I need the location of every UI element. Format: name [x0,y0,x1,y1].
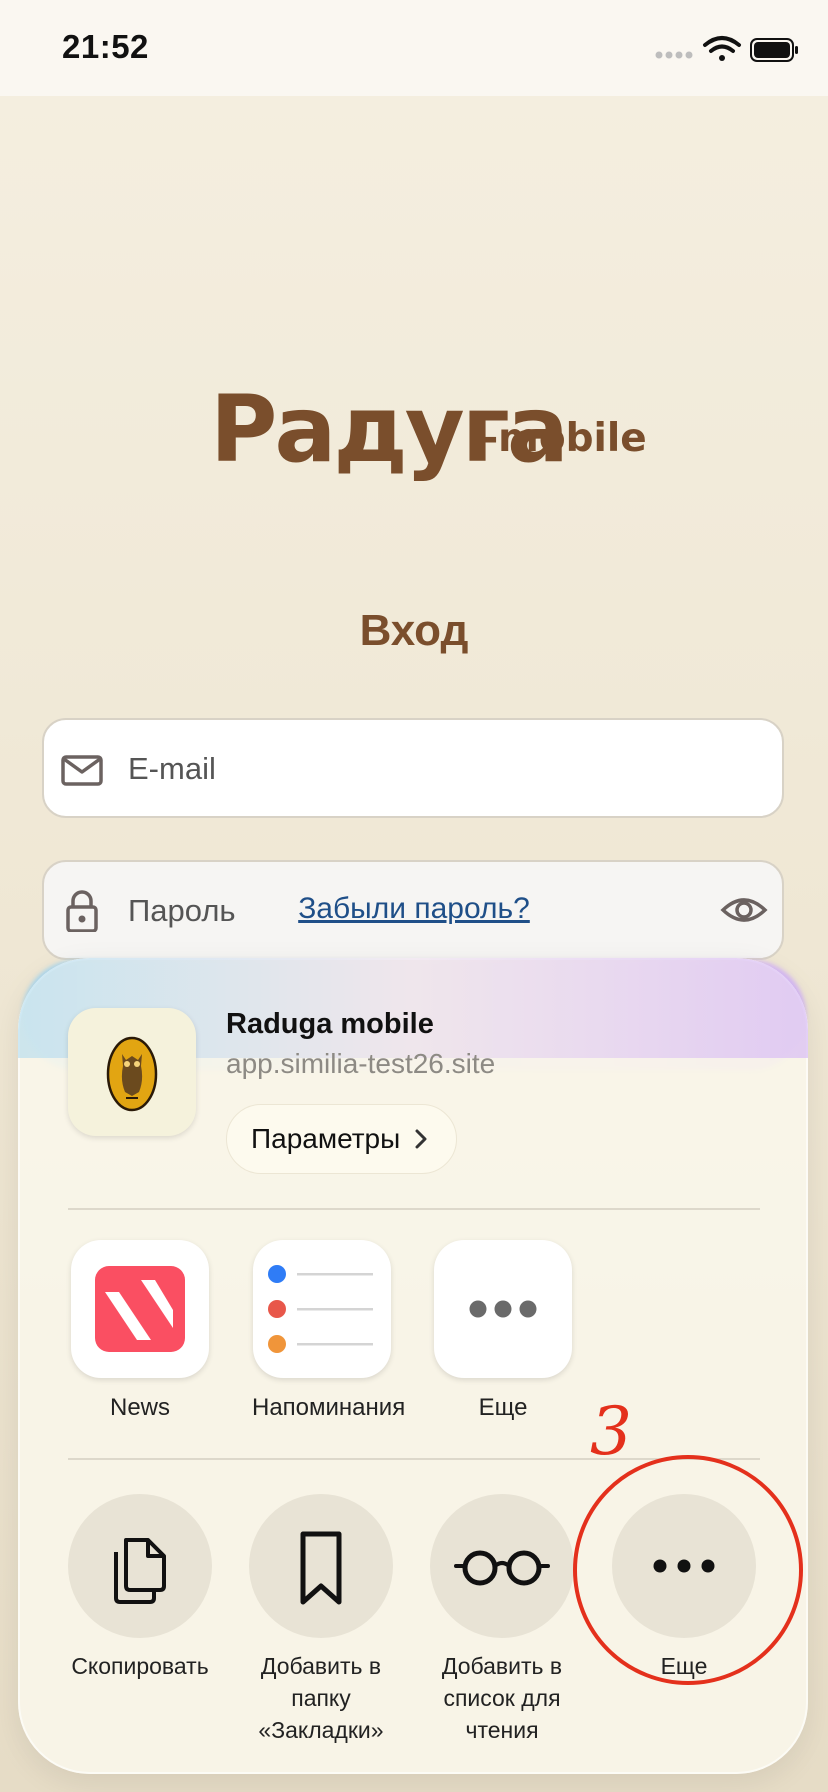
share-app-reminders[interactable]: Напоминания [252,1240,406,1422]
mail-icon [61,755,103,786]
email-field[interactable] [42,718,784,818]
annotation-number: 3 [590,1393,632,1470]
action-label: Добавить в папку «Закладки» [258,1653,384,1743]
action-copy[interactable]: Скопировать [50,1494,230,1682]
news-tile [71,1240,209,1378]
battery-icon [750,38,798,62]
app-url: app.similia-test26.site [226,1048,496,1079]
share-divider-top [68,1208,760,1210]
email-input[interactable] [126,720,670,818]
reminders-icon [268,1265,373,1353]
app-preview-icon [68,1008,196,1136]
action-reading-list[interactable]: Добавить в список для чтения [412,1494,592,1746]
reminders-tile [253,1240,391,1378]
annotation-circle [573,1455,803,1685]
status-time: 21:52 [62,28,149,65]
action-bookmark[interactable]: Добавить в папку «Закладки» [231,1494,411,1746]
status-bar: 21:52 [0,0,828,96]
share-app-news[interactable]: News [70,1240,210,1422]
chevron-right-icon [415,1129,427,1149]
bookmark-circle [249,1494,393,1638]
params-label: Параметры [251,1123,401,1154]
copy-circle [68,1494,212,1638]
share-app-more[interactable]: Еще [433,1240,573,1422]
params-button[interactable]: Параметры [226,1104,458,1174]
bookmark-icon [300,1531,342,1605]
share-app-label: Еще [478,1394,528,1421]
share-app-label: News [109,1394,170,1421]
app-name: Raduga mobile [226,1008,434,1040]
status-icons [655,36,798,62]
wifi-icon [703,36,741,61]
action-label: Добавить в список для чтения [441,1653,563,1743]
glasses-icon [454,1550,550,1586]
cellular-signal-icon [655,51,693,59]
login-title: Вход [359,606,469,655]
forgot-password-link[interactable]: Забыли пароль? [0,892,828,926]
logo-suffix: -mobile [482,416,647,461]
more-icon [469,1300,537,1318]
news-icon [95,1266,185,1352]
share-app-label: Напоминания [252,1394,406,1421]
more-tile [434,1240,572,1378]
reading-list-circle [430,1494,574,1638]
action-label: Скопировать [71,1653,209,1679]
copy-icon [114,1538,166,1604]
owl-logo-icon [106,1036,158,1112]
